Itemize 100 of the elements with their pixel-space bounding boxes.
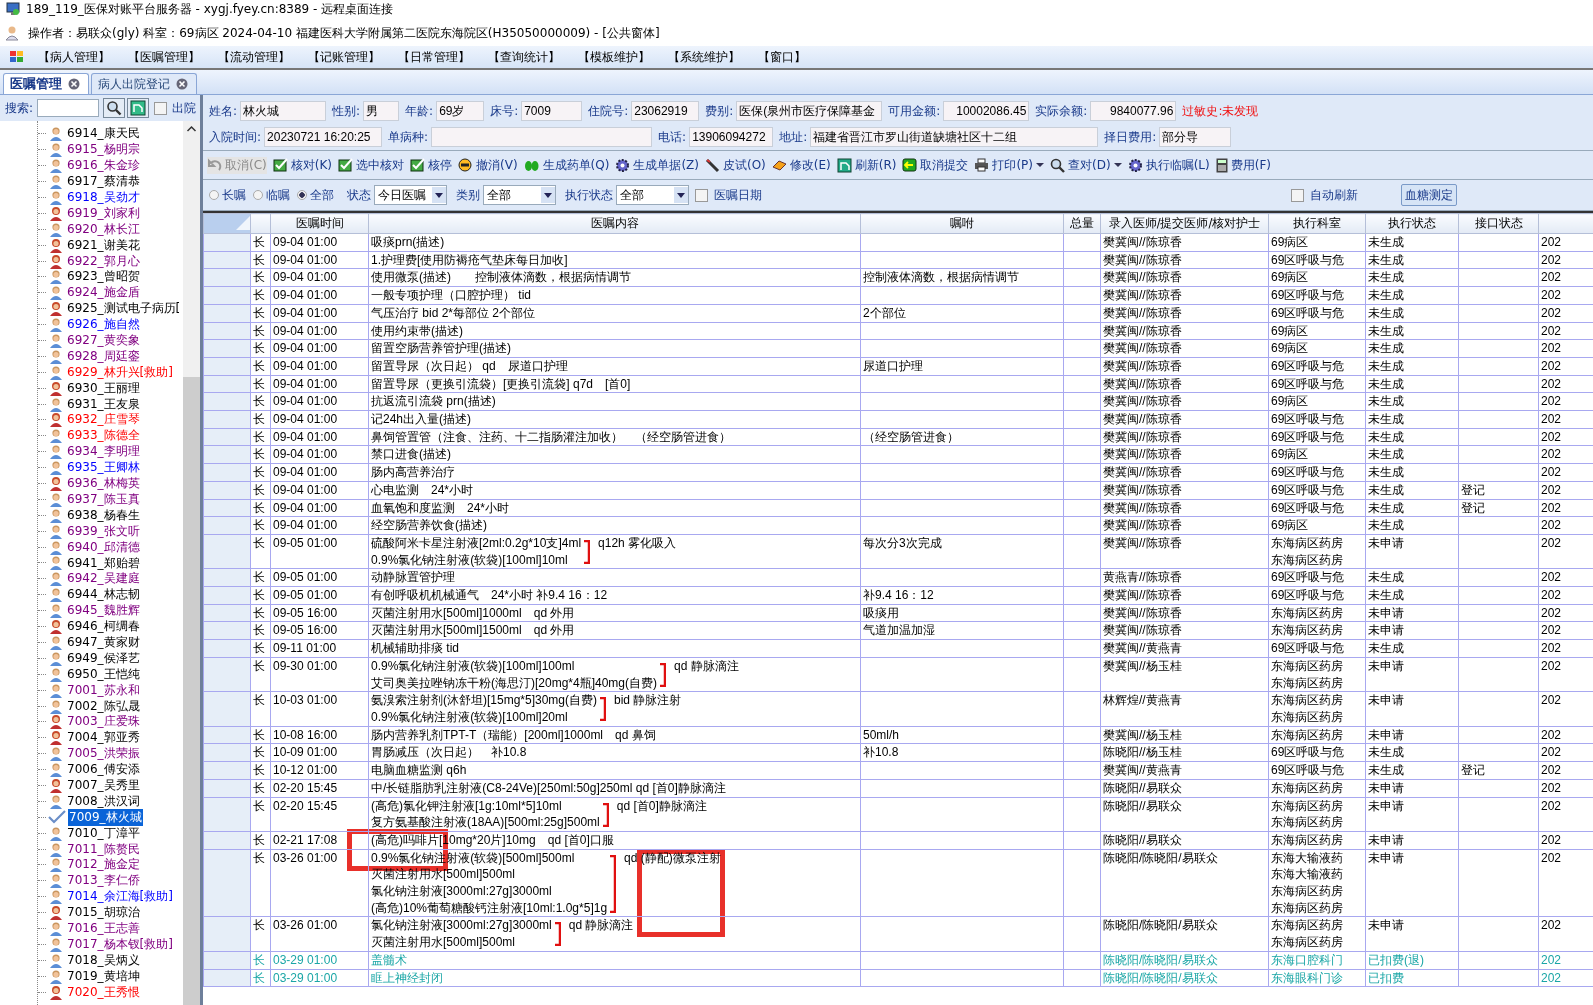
patient-item[interactable]: 6939_张文听 bbox=[66, 522, 141, 540]
patient-item[interactable]: 6944_林志韧 bbox=[66, 586, 141, 604]
filter-dropdown[interactable]: 全部 bbox=[616, 185, 689, 205]
column-header[interactable]: 执行状态 bbox=[1365, 213, 1459, 234]
patient-item[interactable]: 6927_黄奕象 bbox=[66, 332, 141, 350]
patient-item[interactable]: 7010_丁漳平 bbox=[66, 824, 141, 842]
patient-item[interactable]: 7009_林火城 bbox=[68, 808, 143, 826]
order-row[interactable]: 长 09-04 01:00 一般专项护理（口腔护理） tid 樊冀闽//陈琼香 69区呼吸与危 未生成 202 bbox=[203, 286, 1593, 305]
radio-button[interactable] bbox=[209, 190, 219, 200]
filter-dropdown[interactable]: 今日医嘱 bbox=[374, 185, 447, 205]
patient-item[interactable]: 7020_王秀恨 bbox=[66, 983, 141, 1001]
toolbar-button[interactable]: 核对(K) bbox=[272, 156, 332, 174]
caret-icon[interactable] bbox=[435, 192, 443, 198]
patient-item[interactable]: 6945_魏胜辉 bbox=[66, 602, 141, 620]
patient-item[interactable]: 6937_陈玉真 bbox=[66, 490, 141, 508]
scroll-up-icon[interactable] bbox=[183, 121, 200, 137]
toolbar-button[interactable]: 生成单据(Z) bbox=[615, 156, 699, 174]
patient-item[interactable]: 7017_杨本钗[救助] bbox=[66, 935, 174, 953]
patient-item[interactable]: 7002_陈弘晟 bbox=[66, 697, 141, 715]
toolbar-button[interactable]: 刷新(R) bbox=[836, 156, 897, 174]
order-row[interactable]: 长 09-04 01:00 留置导尿（更换引流袋）[更换引流袋] q7d [首0] 樊冀闽//陈琼香 69区呼吸与危 未生成 202 bbox=[203, 375, 1593, 393]
menu-item[interactable]: 【窗口】 bbox=[744, 48, 834, 66]
search-field[interactable] bbox=[37, 99, 100, 117]
order-row[interactable]: 长 09-05 16:00 灭菌注射用水[500ml]1500ml qd 外用 气道加温加湿 樊冀闽//陈琼香 东海病区药房 未申请 202 bbox=[203, 621, 1593, 640]
auto-refresh-checkbox[interactable] bbox=[1291, 188, 1304, 202]
caret-icon[interactable] bbox=[677, 192, 685, 198]
patient-item[interactable]: 7015_胡琼治 bbox=[66, 904, 141, 922]
toolbar-button[interactable]: 修改(E) bbox=[771, 156, 831, 174]
patient-item[interactable]: 6922_郭月心 bbox=[66, 252, 141, 270]
tab[interactable]: 医嘱管理 bbox=[3, 73, 89, 94]
patient-item[interactable]: 7011_陈赘民 bbox=[66, 840, 141, 858]
order-row[interactable]: 长 09-04 01:00 血氧饱和度监测 24*小时 樊冀闽//陈琼香 69区呼吸与危 未生成 登记 202 bbox=[203, 499, 1593, 517]
patient-item[interactable]: 6936_林梅英 bbox=[66, 475, 141, 493]
toolbar-button[interactable]: 取消提交 bbox=[902, 156, 969, 174]
column-header[interactable]: 总量 bbox=[1063, 213, 1101, 234]
order-row[interactable]: 长 09-04 01:00 1.护理费[使用防褥疮气垫床每日加收] 樊冀闽//陈琼香 69区呼吸与危 未生成 202 bbox=[203, 251, 1593, 269]
column-header[interactable]: 执行科室 bbox=[1268, 213, 1366, 234]
menu-item[interactable]: 【病人管理】 bbox=[24, 48, 114, 66]
tab[interactable]: 病人出院登记 bbox=[91, 73, 197, 94]
menu-item[interactable]: 【记账管理】 bbox=[294, 48, 384, 66]
radio-button[interactable] bbox=[253, 190, 263, 200]
patient-item[interactable]: 6950_王恺纯 bbox=[66, 665, 141, 683]
order-row[interactable]: 长 09-30 01:00 0.9%氯化钠注射液(软袋)[100ml]100ml 艾司奥美拉唑钠冻干粉(海思汀)[20mg*4瓶]40mg(自费) qd 静脉滴注 樊冀闽//杨玉桂 东海病区药房 东海病区药房 未申请 202 bbox=[203, 657, 1593, 692]
patient-item[interactable]: 6931_王友泉 bbox=[66, 395, 141, 413]
patient-item[interactable]: 7019_黄培坤 bbox=[66, 967, 141, 985]
caret-icon[interactable] bbox=[1113, 162, 1122, 168]
patient-item[interactable]: 6949_侯泽艺 bbox=[66, 649, 141, 667]
column-header[interactable]: 接口状态 bbox=[1458, 213, 1539, 234]
order-row[interactable]: 长 09-04 01:00 吸痰prn(描述) 樊冀闽//陈琼香 69病区 未生成 202 bbox=[203, 233, 1593, 252]
patient-item[interactable]: 6924_施金盾 bbox=[66, 284, 141, 302]
column-header[interactable]: 医嘱内容 bbox=[368, 213, 861, 234]
patient-item[interactable]: 7005_洪荣振 bbox=[66, 745, 141, 763]
order-row[interactable]: 长 09-05 16:00 灭菌注射用水[500ml]1000ml qd 外用 吸痰用 樊冀闽//陈琼香 东海病区药房 未申请 202 bbox=[203, 604, 1593, 622]
patient-item[interactable]: 6928_周廷銮 bbox=[66, 347, 141, 365]
toolbar-button[interactable]: 生成药单(Q) bbox=[523, 156, 610, 174]
patient-item[interactable]: 6929_林升兴[救助] bbox=[66, 363, 174, 381]
order-row[interactable]: 长 10-09 01:00 胃肠减压（次日起） 补10.8 补10.8 陈晓阳//杨玉桂 69区呼吸与危 未生成 202 bbox=[203, 743, 1593, 762]
patient-item[interactable]: 6926_施自然 bbox=[66, 316, 141, 334]
patient-item[interactable]: 6925_测试电子病历[ bbox=[66, 300, 182, 318]
patient-item[interactable]: 7016_王志善 bbox=[66, 920, 141, 937]
scrollbar[interactable] bbox=[183, 121, 200, 1005]
patient-item[interactable]: 6916_朱金珍 bbox=[66, 157, 141, 175]
patient-item[interactable]: 7008_洪汉词 bbox=[66, 792, 141, 810]
order-row[interactable]: 长 10-03 01:00 氨溴索注射剂(沐舒坦)[15mg*5]30mg(自费) 0.9%氯化钠注射液(软袋)[100ml]20ml bid 静脉注射 林辉煌//黄燕青 东海病区药房 东海病区药房 未申请 202 bbox=[203, 691, 1593, 727]
menu-item[interactable]: 【医嘱管理】 bbox=[114, 48, 204, 66]
patient-item[interactable]: 7018_吴炳义 bbox=[66, 951, 141, 969]
toolbar-button[interactable]: 撤消(V) bbox=[458, 156, 518, 174]
toolbar-button[interactable]: 核停 bbox=[410, 156, 452, 174]
patient-item[interactable]: 6917_蔡清恭 bbox=[66, 173, 141, 191]
patient-item[interactable]: 6915_杨明宗 bbox=[66, 141, 141, 159]
patient-item[interactable]: 7014_余江海[救助] bbox=[66, 888, 174, 906]
order-row[interactable]: 长 09-04 01:00 抗返流引流袋 prn(描述) 樊冀闽//陈琼香 69病区 未生成 202 bbox=[203, 392, 1593, 411]
order-row[interactable]: 长 09-04 01:00 留置导尿（次日起） qd 尿道口护理 尿道口护理 樊冀闽//陈琼香 69区呼吸与危 未生成 202 bbox=[203, 357, 1593, 376]
toolbar-button[interactable]: 执行临嘱(L) bbox=[1127, 156, 1210, 174]
order-row[interactable]: 长 09-04 01:00 气压治疗 bid 2*每部位 2个部位 2个部位 樊冀闽//陈琼香 69区呼吸与危 未生成 202 bbox=[203, 304, 1593, 322]
patient-item[interactable]: 6942_吴建庭 bbox=[66, 570, 141, 588]
close-icon[interactable] bbox=[176, 78, 188, 90]
radio-label[interactable]: 全部 bbox=[310, 186, 334, 204]
patient-item[interactable]: 6918_吴劲才 bbox=[66, 189, 141, 206]
patient-item[interactable]: 6914_康天民 bbox=[66, 125, 141, 143]
toolbar-button[interactable]: 皮试(O) bbox=[704, 156, 766, 174]
menu-item[interactable]: 【系统维护】 bbox=[654, 48, 744, 66]
order-row[interactable]: 长 09-04 01:00 鼻饲管置管（注食、注药、十二指肠灌注加收） （经空肠管进食） （经空肠管进食） 樊冀闽//陈琼香 69区呼吸与危 未生成 202 bbox=[203, 428, 1593, 446]
patient-item[interactable]: 6947_黄家财 bbox=[66, 633, 141, 651]
patient-item[interactable]: 6935_王卿林 bbox=[66, 459, 141, 477]
blood-glucose-button[interactable]: 血糖测定 bbox=[1401, 184, 1457, 206]
column-header[interactable]: 医嘱时间 bbox=[270, 213, 369, 234]
search-button[interactable] bbox=[103, 98, 126, 118]
patient-item[interactable]: 6923_曾昭贺 bbox=[66, 268, 141, 286]
locate-button[interactable] bbox=[127, 98, 150, 118]
menu-item[interactable]: 【日常管理】 bbox=[384, 48, 474, 66]
patient-item[interactable]: 7013_李仁侨 bbox=[66, 872, 141, 890]
patient-item[interactable]: 7003_庄爱珠 bbox=[66, 713, 141, 731]
toolbar-button[interactable]: 打印(P) bbox=[974, 156, 1045, 174]
patient-item[interactable]: 6934_李明理 bbox=[66, 443, 141, 461]
patient-item[interactable]: 6946_柯绸春 bbox=[66, 618, 141, 636]
order-row[interactable]: 长 09-04 01:00 使用微泵(描述) 控制液体滴数，根据病情调节 控制液体滴数，根据病情调节 樊冀闽//陈琼香 69病区 未生成 202 bbox=[203, 268, 1593, 287]
patient-item[interactable]: 7004_郭亚秀 bbox=[66, 729, 141, 747]
order-row[interactable]: 长 10-12 01:00 电脑血糖监测 q6h 樊冀闽//黄燕青 69区呼吸与危 未生成 登记 202 bbox=[203, 761, 1593, 780]
filter-dropdown[interactable]: 全部 bbox=[483, 185, 556, 205]
